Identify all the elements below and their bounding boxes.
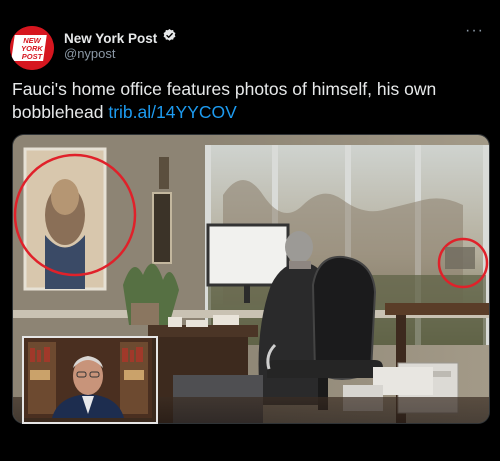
tweet-link[interactable]: trib.al/14YYCOV <box>108 102 236 122</box>
tweet-text: Fauci's home office features photos of h… <box>12 78 488 124</box>
author-name-row[interactable]: New York Post <box>64 28 177 48</box>
inset-video-still <box>22 336 158 424</box>
display-name[interactable]: New York Post <box>64 31 157 46</box>
verified-badge-icon <box>162 28 177 48</box>
avatar[interactable]: NEW YORK POST <box>10 26 54 70</box>
tweet-card: NEW YORK POST New York Post @nypost ··· … <box>0 0 500 461</box>
handle[interactable]: @nypost <box>64 46 116 61</box>
newspaper-logo-icon: NEW YORK POST <box>10 26 54 70</box>
logo-line3: POST <box>22 52 44 61</box>
more-options-icon[interactable]: ··· <box>465 22 484 40</box>
inset-fauci-photo <box>24 338 152 418</box>
